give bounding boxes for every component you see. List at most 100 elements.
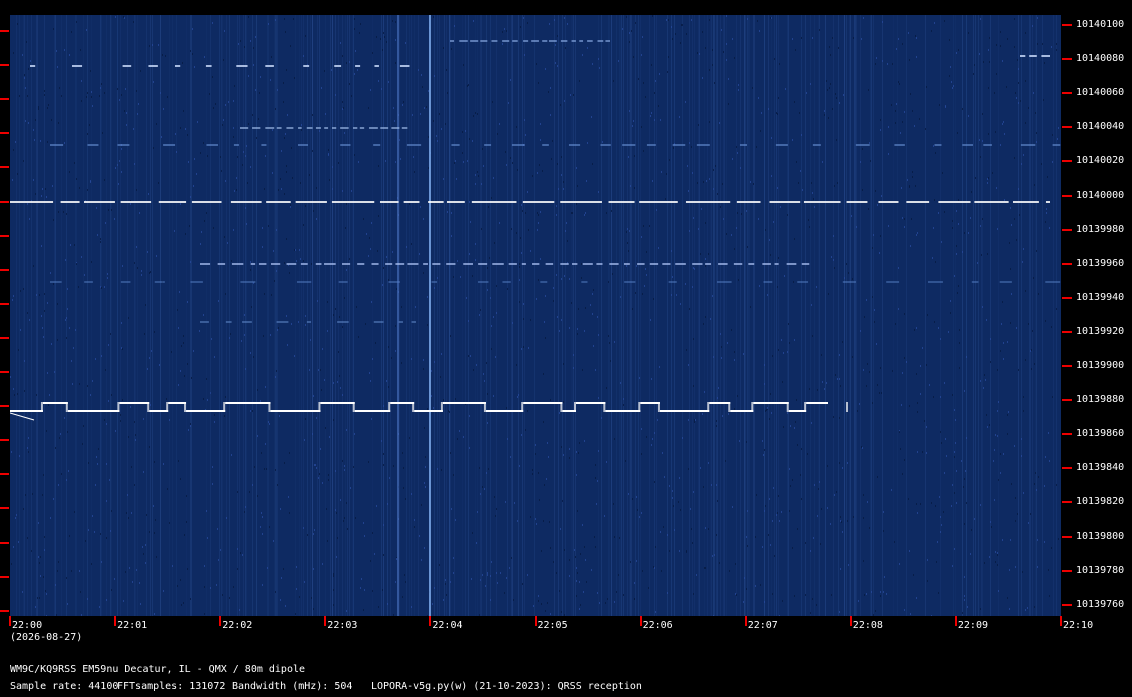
noise-speck [286, 171, 287, 173]
noise-speck [313, 533, 314, 535]
noise-speck [653, 298, 654, 300]
noise-speck [558, 188, 559, 190]
noise-speck [38, 106, 39, 108]
noise-streak [565, 15, 566, 616]
noise-speck [491, 197, 492, 199]
noise-speck [990, 338, 991, 340]
noise-speck [13, 149, 14, 151]
noise-speck [377, 250, 378, 252]
noise-speck [43, 336, 44, 338]
noise-speck [190, 423, 191, 425]
noise-speck [316, 187, 317, 189]
time-tick [429, 616, 432, 626]
noise-speck [10, 376, 11, 378]
noise-speck [901, 404, 902, 406]
noise-speck [966, 437, 967, 439]
time-tick [744, 616, 747, 626]
noise-speck [595, 477, 596, 479]
noise-speck [53, 498, 54, 500]
noise-speck [28, 437, 29, 439]
noise-speck [938, 327, 939, 329]
noise-speck [1000, 472, 1001, 474]
noise-speck [35, 193, 36, 195]
noise-streak [598, 15, 599, 616]
signal-trace [388, 281, 400, 283]
noise-speck [517, 520, 518, 522]
noise-speck [561, 446, 562, 448]
noise-speck [931, 30, 932, 32]
noise-streak [629, 15, 630, 616]
noise-speck [790, 485, 791, 487]
noise-speck [1008, 411, 1009, 413]
signal-trace [190, 281, 203, 283]
noise-speck [549, 23, 550, 25]
noise-streak [411, 15, 412, 616]
noise-speck [265, 386, 266, 388]
signal-trace [803, 201, 841, 203]
noise-speck [711, 484, 712, 486]
noise-speck [576, 567, 577, 569]
noise-speck [626, 265, 627, 267]
noise-speck [137, 267, 138, 269]
noise-speck [817, 515, 818, 517]
qrss-transition [166, 402, 169, 412]
qrss-transition [804, 402, 807, 412]
noise-speck [25, 494, 26, 496]
noise-speck [41, 245, 42, 247]
noise-speck [484, 380, 485, 382]
time-label: 22:02 [222, 620, 253, 631]
signal-trace [1029, 55, 1037, 57]
noise-speck [368, 107, 369, 109]
noise-speck [741, 213, 742, 215]
noise-speck [342, 394, 343, 396]
signal-trace [352, 127, 358, 129]
noise-speck [732, 158, 733, 160]
noise-speck [383, 405, 384, 407]
noise-speck [59, 437, 60, 439]
noise-speck [956, 470, 957, 472]
noise-speck [671, 294, 672, 296]
noise-speck [27, 537, 28, 539]
noise-speck [46, 430, 47, 432]
noise-speck [1025, 122, 1026, 124]
noise-speck [586, 180, 587, 182]
noise-speck [264, 188, 265, 190]
noise-speck [153, 505, 154, 507]
noise-speck [673, 505, 674, 507]
noise-speck [71, 570, 72, 572]
noise-speck [599, 67, 600, 69]
noise-speck [713, 615, 714, 616]
noise-speck [388, 279, 389, 281]
signal-trace [266, 201, 291, 203]
noise-speck [781, 339, 782, 341]
noise-speck [877, 204, 878, 206]
noise-speck [304, 581, 305, 583]
noise-speck [86, 29, 87, 31]
time-tick [954, 616, 957, 626]
noise-speck [521, 348, 522, 350]
noise-speck [186, 495, 187, 497]
noise-speck [446, 594, 447, 596]
noise-speck [652, 180, 653, 182]
noise-speck [511, 228, 512, 230]
noise-speck [735, 593, 736, 595]
noise-speck [1003, 342, 1004, 344]
noise-speck [895, 110, 896, 112]
noise-streak [627, 15, 628, 616]
noise-speck [23, 288, 24, 290]
noise-speck [214, 356, 215, 358]
noise-speck [608, 281, 609, 283]
noise-speck [722, 415, 723, 417]
noise-speck [873, 234, 874, 236]
noise-speck [206, 510, 207, 512]
noise-speck [156, 123, 157, 125]
noise-speck [899, 431, 900, 433]
noise-speck [303, 527, 304, 529]
noise-speck [575, 556, 576, 558]
noise-speck [1034, 363, 1035, 365]
noise-speck [15, 141, 16, 143]
noise-speck [318, 477, 319, 479]
noise-speck [41, 195, 42, 197]
noise-speck [483, 165, 484, 167]
noise-speck [293, 18, 294, 20]
